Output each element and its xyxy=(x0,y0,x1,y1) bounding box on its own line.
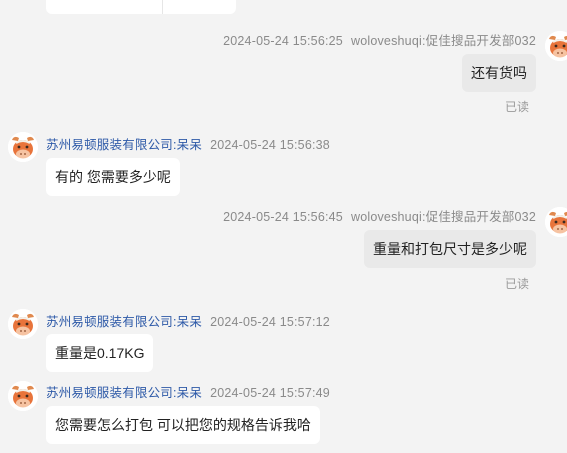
avatar-icon[interactable] xyxy=(8,381,38,411)
read-status: 已读 xyxy=(504,277,529,291)
message-bubble: 还有货吗 xyxy=(462,54,536,92)
message-time: 2024-05-24 15:56:25 xyxy=(223,34,343,48)
message-sender[interactable]: 苏州易顿服装有限公司:呆呆 xyxy=(46,315,202,329)
message-bubble: 重量和打包尺寸是多少呢 xyxy=(364,230,536,268)
message-time: 2024-05-24 15:56:38 xyxy=(210,138,330,152)
bubble-divider xyxy=(162,0,163,14)
message-meta: 苏州易顿服装有限公司:呆呆 2024-05-24 15:56:38 xyxy=(46,134,330,153)
avatar-icon[interactable] xyxy=(8,309,38,339)
read-status: 已读 xyxy=(504,100,529,114)
previous-message-bubble xyxy=(46,0,236,14)
message-bubble: 您需要怎么打包 可以把您的规格告诉我哈 xyxy=(46,406,320,444)
message-bubble: 重量是0.17KG xyxy=(46,334,154,372)
avatar-icon[interactable] xyxy=(545,31,567,61)
message-sender: woloveshuqi:促佳搜品开发部032 xyxy=(350,210,536,224)
message-meta: 2024-05-24 15:56:45 woloveshuqi:促佳搜品开发部03… xyxy=(223,206,536,225)
message-sender: woloveshuqi:促佳搜品开发部032 xyxy=(350,34,536,48)
avatar-icon[interactable] xyxy=(8,132,38,162)
message-bubble: 有的 您需要多少呢 xyxy=(46,158,180,196)
message-meta: 苏州易顿服装有限公司:呆呆 2024-05-24 15:57:49 xyxy=(46,382,330,401)
message-time: 2024-05-24 15:57:12 xyxy=(210,315,330,329)
avatar-icon[interactable] xyxy=(545,207,567,237)
message-time: 2024-05-24 15:57:49 xyxy=(210,386,330,400)
message-meta: 苏州易顿服装有限公司:呆呆 2024-05-24 15:57:12 xyxy=(46,311,330,330)
message-sender[interactable]: 苏州易顿服装有限公司:呆呆 xyxy=(46,138,202,152)
message-time: 2024-05-24 15:56:45 xyxy=(223,210,343,224)
message-sender[interactable]: 苏州易顿服装有限公司:呆呆 xyxy=(46,386,202,400)
message-meta: 2024-05-24 15:56:25 woloveshuqi:促佳搜品开发部03… xyxy=(223,30,536,49)
